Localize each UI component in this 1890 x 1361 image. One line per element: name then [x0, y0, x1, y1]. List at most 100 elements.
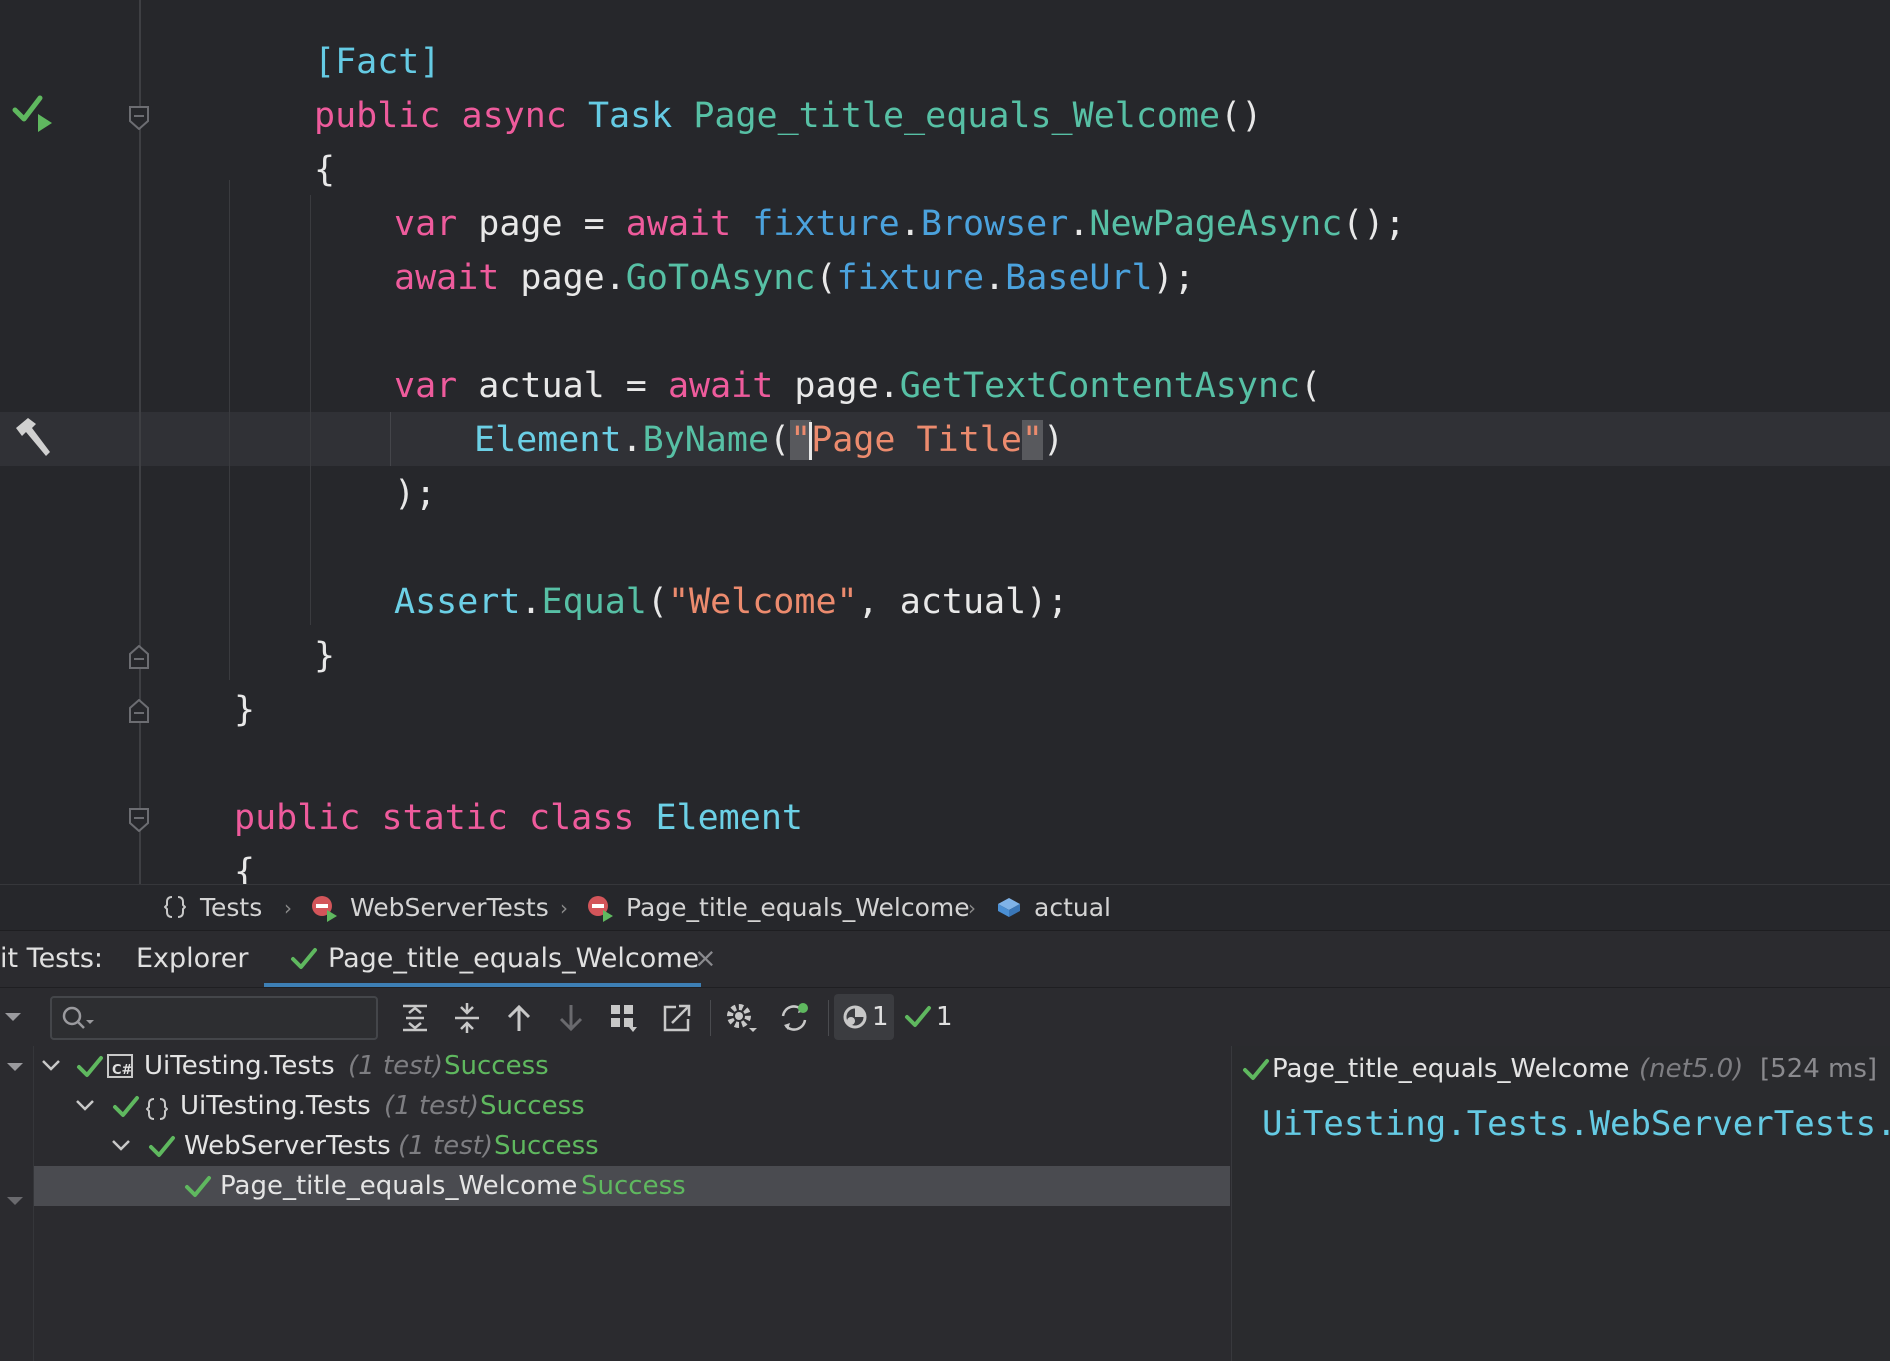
code-line: );	[394, 467, 436, 521]
keyword: var	[394, 204, 458, 244]
code-line: var actual = await page.GetTextContentAs…	[394, 359, 1321, 413]
chevron-down-icon[interactable]	[4, 1008, 22, 1027]
tree-row-status: Success	[494, 1131, 599, 1161]
breadcrumb-item-variable[interactable]: actual	[1034, 885, 1111, 931]
string-quote-matched: "	[1021, 420, 1043, 460]
code-text: , actual);	[857, 582, 1069, 622]
test-output-name: Page_title_equals_Welcome	[1272, 1054, 1630, 1084]
code-line: public async Task Page_title_equals_Welc…	[314, 89, 1262, 143]
tree-row-test-selected[interactable]: Page_title_equals_Welcome Success	[34, 1166, 1230, 1206]
attribute: [Fact]	[314, 42, 441, 82]
punctuation: {	[314, 150, 336, 190]
punctuation: .	[899, 204, 921, 244]
chevron-down-icon[interactable]	[6, 1192, 24, 1211]
code-text: page =	[457, 204, 626, 244]
punctuation: }	[234, 690, 256, 730]
keyword: await	[667, 366, 774, 406]
hammer-icon[interactable]	[10, 414, 58, 462]
tab-close-button[interactable]: ×	[694, 931, 717, 987]
method-call: Equal	[541, 582, 647, 622]
toolbar-separator	[710, 1000, 711, 1036]
indent-guide	[229, 180, 230, 680]
tree-row-project[interactable]: C# UiTesting.Tests (1 test) Success	[34, 1046, 1230, 1086]
method-error-icon	[586, 894, 614, 928]
breadcrumb-item-namespace[interactable]: Tests	[200, 885, 262, 931]
method-call: GetTextContentAsync	[899, 366, 1301, 406]
keyword: public	[234, 798, 361, 838]
export-icon[interactable]	[657, 996, 697, 1040]
code-line: {	[234, 845, 255, 884]
fold-marker[interactable]	[129, 644, 149, 669]
group-icon[interactable]	[604, 996, 644, 1040]
tree-side-strip	[0, 1046, 34, 1361]
breadcrumb-separator: ›	[284, 896, 292, 920]
tree-row-count: (1 test)	[348, 1051, 444, 1081]
code-editor[interactable]: [Fact] public async Task Page_title_equa…	[0, 0, 1890, 884]
string-literal: "Welcome"	[667, 582, 858, 622]
refresh-icon[interactable]	[775, 996, 815, 1040]
punctuation: .	[520, 582, 542, 622]
fold-marker[interactable]	[129, 808, 149, 833]
unit-tests-tool-window: it Tests: Explorer Page_title_equals_Wel…	[0, 930, 1890, 1361]
method-call: NewPageAsync	[1089, 204, 1343, 244]
test-output-text[interactable]: UiTesting.Tests.WebServerTests.P	[1262, 1104, 1890, 1144]
namespace-icon	[163, 894, 187, 926]
tree-row-name: UiTesting.Tests	[144, 1051, 335, 1081]
svg-text:C#: C#	[112, 1063, 133, 1078]
run-passed-icon[interactable]	[12, 92, 56, 136]
tree-row-count: (1 test)	[384, 1091, 480, 1121]
code-line: var page = await fixture.Browser.NewPage…	[394, 197, 1406, 251]
running-tests-filter[interactable]: 1	[834, 994, 894, 1040]
chevron-down-icon[interactable]	[6, 1058, 24, 1077]
search-input[interactable]	[50, 996, 378, 1040]
punctuation: (	[769, 420, 791, 460]
string-literal: Page Title	[811, 420, 1022, 460]
class-name: Assert	[394, 582, 521, 622]
passed-tests-filter[interactable]: 1	[900, 994, 960, 1040]
breadcrumb-item-class[interactable]: WebServerTests	[350, 885, 549, 931]
fold-marker[interactable]	[129, 106, 149, 131]
tree-row-name: WebServerTests	[184, 1131, 391, 1161]
code-line: await page.GoToAsync(fixture.BaseUrl);	[394, 251, 1195, 305]
punctuation: (	[646, 582, 668, 622]
punctuation: );	[394, 474, 437, 514]
test-output-framework: (net5.0)	[1639, 1054, 1744, 1084]
settings-icon[interactable]	[722, 996, 762, 1040]
breadcrumb-item-method[interactable]: Page_title_equals_Welcome	[626, 885, 970, 931]
tree-row-class[interactable]: WebServerTests (1 test) Success	[34, 1126, 1230, 1166]
identifier: fixture	[836, 258, 985, 298]
punctuation: ();	[1342, 204, 1406, 244]
active-tab-indicator	[264, 983, 701, 987]
keyword: static	[381, 798, 508, 838]
punctuation: (	[815, 258, 837, 298]
check-icon	[184, 1172, 212, 1212]
punctuation: ()	[1220, 96, 1263, 136]
code-text: page.	[773, 366, 900, 406]
expand-all-icon[interactable]	[395, 996, 435, 1040]
tab-explorer[interactable]: Explorer	[136, 931, 248, 987]
search-icon	[60, 1004, 96, 1036]
code-text: actual =	[457, 366, 668, 406]
breadcrumb-separator: ›	[968, 896, 976, 920]
tree-row-namespace[interactable]: UiTesting.Tests (1 test) Success	[34, 1086, 1230, 1126]
fold-marker[interactable]	[129, 698, 149, 723]
tree-row-status: Success	[480, 1091, 585, 1121]
check-icon	[290, 946, 318, 979]
tree-row-name: UiTesting.Tests	[180, 1091, 371, 1121]
code-line: {	[314, 143, 335, 197]
check-icon	[1242, 1057, 1270, 1090]
method-call: ByName	[642, 420, 770, 460]
tests-toolbar: 1 1	[0, 988, 1890, 1046]
collapse-all-icon[interactable]	[447, 996, 487, 1040]
arrow-up-icon[interactable]	[499, 996, 539, 1040]
passed-count: 1	[936, 1002, 953, 1032]
breadcrumb: Tests › WebServerTests › Page_title_equa…	[0, 884, 1890, 931]
identifier: BaseUrl	[1005, 258, 1153, 298]
code-text: page.	[499, 258, 626, 298]
punctuation: (	[1300, 366, 1322, 406]
arrow-down-icon[interactable]	[551, 996, 591, 1040]
tool-window-tabbar: it Tests: Explorer Page_title_equals_Wel…	[0, 931, 1890, 988]
keyword: class	[529, 798, 635, 838]
tab-session[interactable]: Page_title_equals_Welcome	[328, 931, 699, 987]
test-tree[interactable]: C# UiTesting.Tests (1 test) Success UiTe…	[0, 1046, 1230, 1361]
